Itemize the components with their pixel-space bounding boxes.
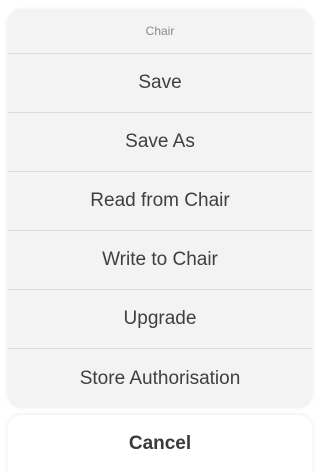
upgrade-button[interactable]: Upgrade: [8, 290, 312, 349]
read-from-chair-button[interactable]: Read from Chair: [8, 172, 312, 231]
store-authorisation-button[interactable]: Store Authorisation: [8, 349, 312, 406]
save-as-button[interactable]: Save As: [8, 113, 312, 172]
write-to-chair-button[interactable]: Write to Chair: [8, 231, 312, 290]
cancel-button[interactable]: Cancel: [8, 415, 312, 473]
action-sheet: Chair Save Save As Read from Chair Write…: [0, 0, 320, 473]
save-button[interactable]: Save: [8, 54, 312, 113]
action-sheet-title: Chair: [8, 9, 312, 54]
action-group: Chair Save Save As Read from Chair Write…: [8, 9, 312, 406]
